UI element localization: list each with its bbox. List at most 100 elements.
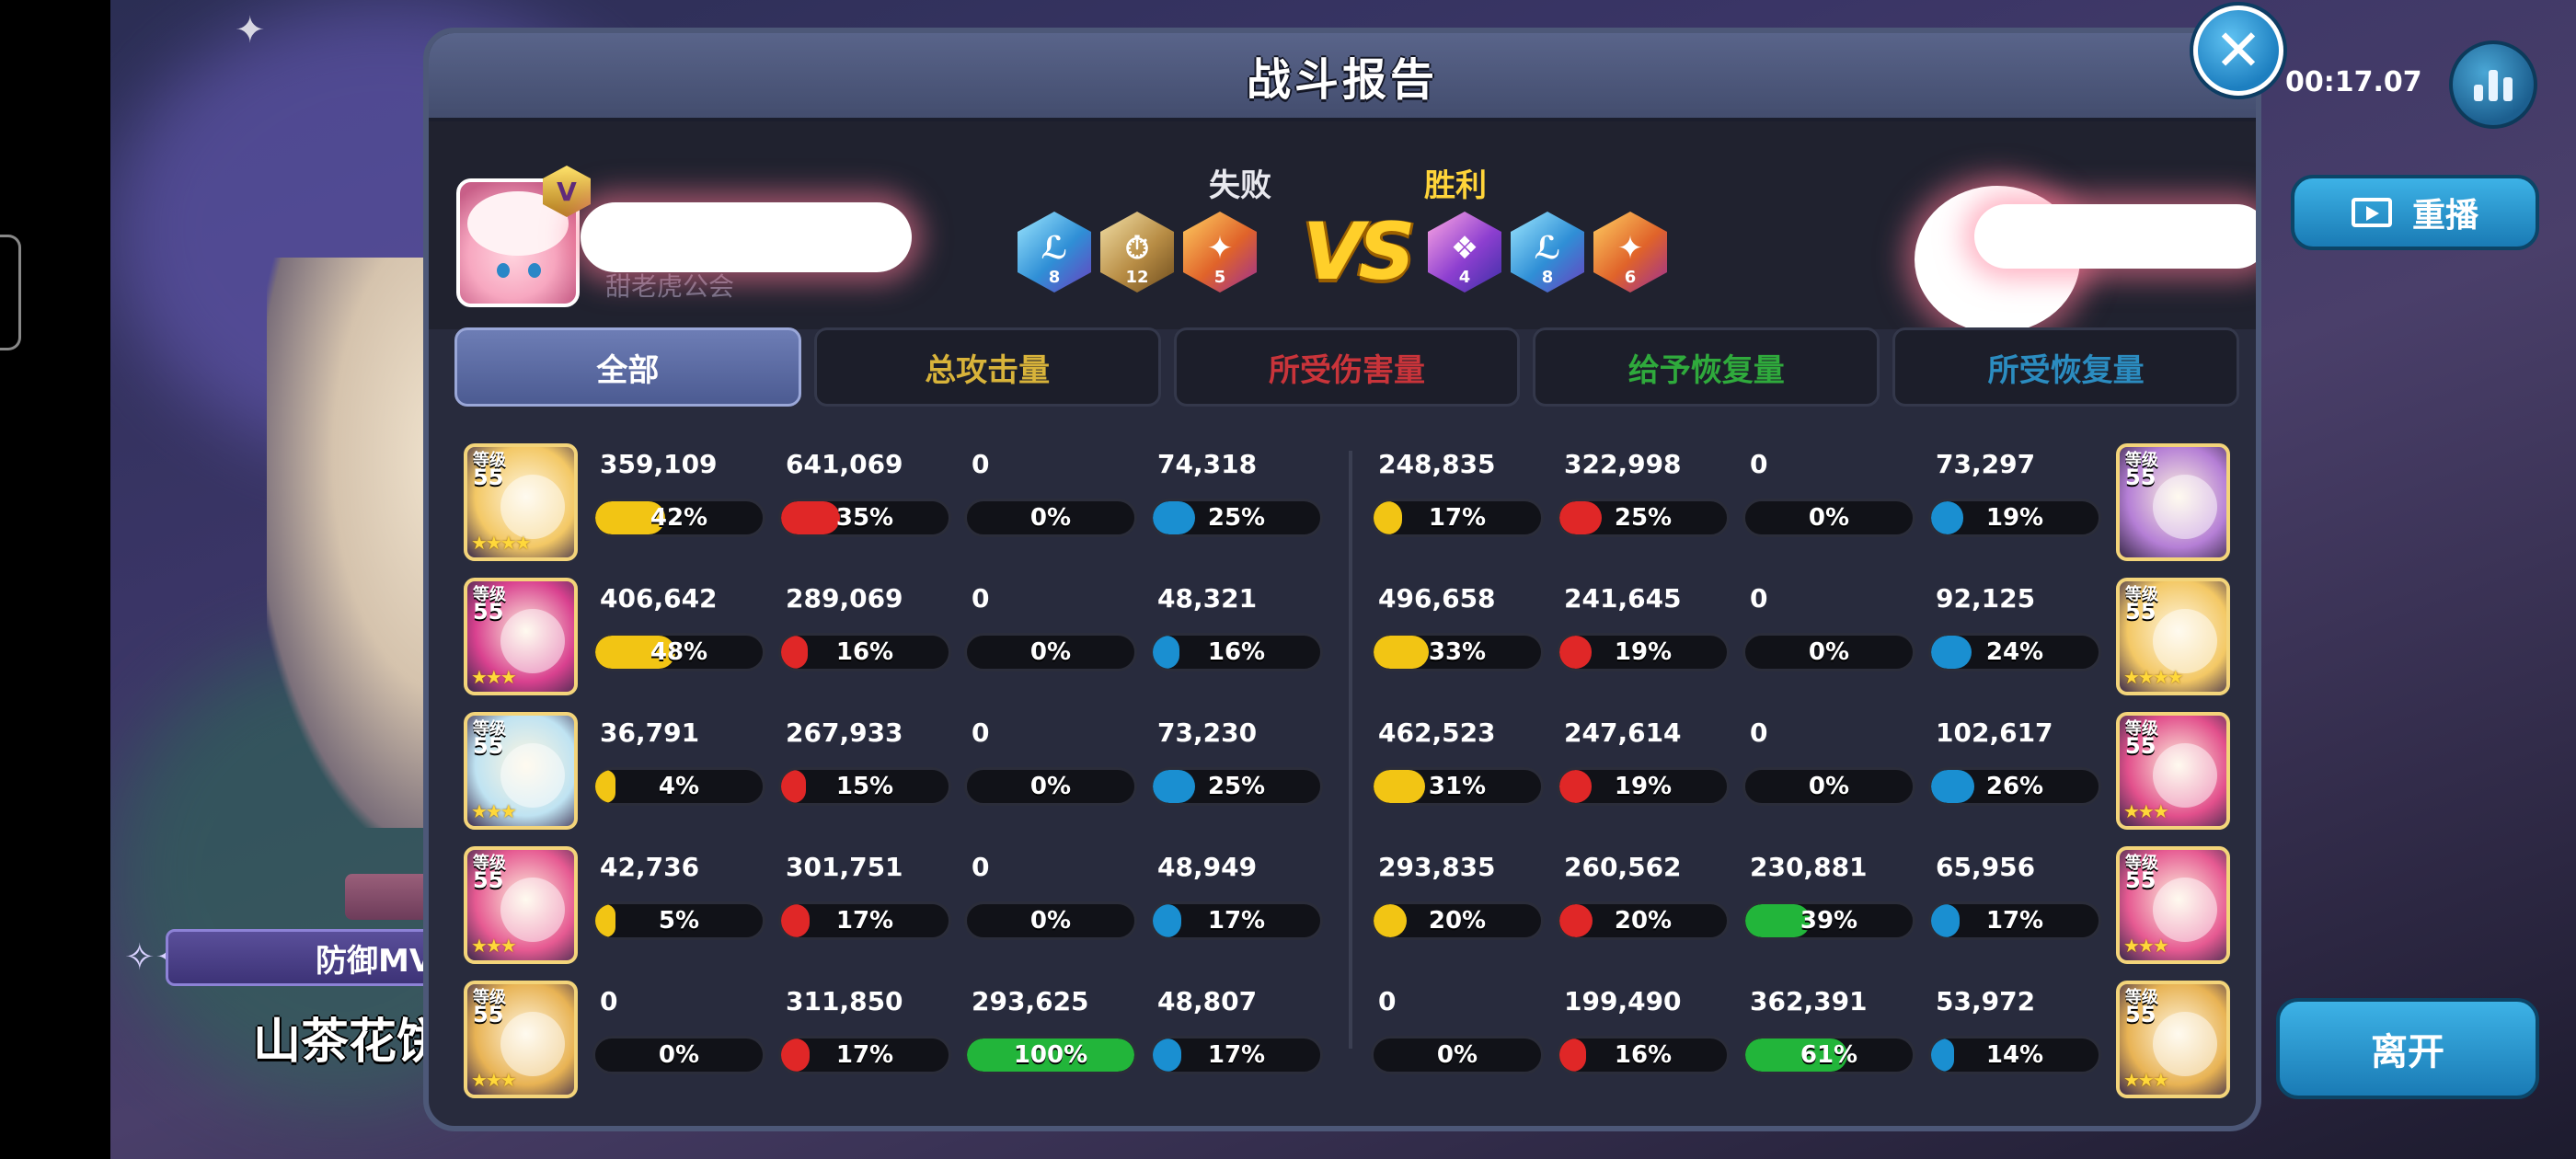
level-number: 55 [473,733,504,759]
stat-progress-bar: 26% [1928,767,2101,806]
stat-value: 42,736 [600,852,700,882]
cookie-level-badge: 等级 55 [2125,990,2158,1027]
right-treasure-gem-2[interactable]: ✦ 6 [1593,212,1667,293]
versus-bar: V 甜老虎公会 失败 胜利 ℒ 8 ⏱ 12 ✦ 5 VS ❖ 4 ℒ 8 ✦ 6 [429,121,2256,333]
left-guild-name: 甜老虎公会 [605,271,735,302]
stats-button[interactable] [2449,40,2537,129]
stat-percent: 25% [1207,773,1266,800]
stat-value: 0 [1750,449,1768,479]
stat-value: 267,933 [786,717,903,748]
tab-1[interactable]: 总攻击量 [813,327,1161,407]
cookie-level-badge: 等级 55 [473,587,506,624]
tab-3[interactable]: 给予恢复量 [1533,327,1880,407]
left-cookie-icon[interactable]: 等级 55 ★★★ [464,846,578,964]
cookie-portrait [2153,1012,2217,1076]
side-handle-icon[interactable] [0,235,21,350]
level-number: 55 [2125,599,2156,625]
stat-percent: 0% [1029,907,1072,935]
close-button[interactable]: ✕ [2193,6,2283,96]
stat-progress-bar: 19% [1557,767,1730,806]
stat-value: 0 [972,717,990,748]
stat-value: 230,881 [1750,852,1868,882]
replay-button[interactable]: 重播 [2291,175,2539,250]
stat-value: 247,614 [1564,717,1682,748]
stats-row: 等级 55 ★★★ 42,736 5% 301,751 17% 0 0% 48,949 17% 293… [429,839,2256,973]
star-rating-icon: ★★★ [471,666,517,688]
stat-percent: 20% [1428,907,1487,935]
stat-progress-bar: 0% [964,767,1137,806]
stat-progress-bar: 16% [1150,633,1323,671]
right-cookie-icon[interactable]: 等级 55 [2116,443,2230,561]
left-cookie-icon[interactable]: 等级 55 ★★★ [464,981,578,1098]
stat-percent: 16% [1207,638,1266,666]
cookie-level-badge: 等级 55 [473,855,506,892]
tab-2[interactable]: 所受伤害量 [1173,327,1521,407]
treasure-icon: ⏱ [1124,230,1150,267]
stat-progress-bar: 14% [1928,1036,2101,1074]
stat-progress-bar: 20% [1371,901,1544,940]
stat-progress-bar: 0% [1742,633,1915,671]
left-cookie-icon[interactable]: 等级 55 ★★★ [464,712,578,830]
stat-percent: 33% [1428,638,1487,666]
leave-button[interactable]: 离开 [2276,998,2539,1099]
stat-progress-bar: 0% [1742,499,1915,537]
level-number: 55 [473,465,504,490]
stat-progress-bar: 17% [1928,901,2101,940]
stat-progress-bar: 17% [1150,1036,1323,1074]
treasure-icon: ℒ [1534,230,1561,267]
stat-percent: 26% [1985,773,2044,800]
stat-percent: 17% [1428,504,1487,532]
stat-progress-bar: 5% [592,901,765,940]
left-treasure-gem-0[interactable]: ℒ8 [1018,212,1091,293]
stat-value: 406,642 [600,583,718,614]
stat-percent: 48% [650,638,708,666]
stat-progress-bar: 17% [778,901,951,940]
left-treasure-gem-2[interactable]: ✦ 5 [1183,212,1257,293]
star-rating-icon: ★★★ [2123,800,2169,822]
cookie-level-badge: 等级 55 [2125,453,2158,489]
right-cookie-icon[interactable]: 等级 55 ★★★ [2116,712,2230,830]
tab-0[interactable]: 全部 [454,327,801,407]
stat-percent: 5% [658,907,700,935]
right-cookie-icon[interactable]: 等级 55 ★★★ [2116,846,2230,964]
stats-row: 等级 55 ★★★ 36,791 4% 267,933 15% 0 0% 73,230 25% 462… [429,705,2256,839]
stats-row: 等级 55 ★★★ 406,642 48% 289,069 16% 0 0% 48,321 16% 4… [429,570,2256,705]
left-cookie-icon[interactable]: 等级 55 ★★★★ [464,443,578,561]
stat-value: 36,791 [600,717,700,748]
star-rating-icon: ★★★★ [471,532,532,554]
stat-percent: 17% [835,1041,894,1069]
panel-title: 战斗报告 [1246,54,1438,106]
stat-value: 0 [972,449,990,479]
stat-percent: 16% [835,638,894,666]
stat-value: 73,297 [1936,449,2036,479]
stat-percent: 35% [835,504,894,532]
stat-value: 48,807 [1157,986,1258,1016]
stat-progress-bar: 48% [592,633,765,671]
stat-percent: 0% [1808,504,1850,532]
cookie-level-badge: 等级 55 [2125,587,2158,625]
stat-percent: 31% [1428,773,1487,800]
right-cookie-icon[interactable]: 等级 55 ★★★★ [2116,578,2230,695]
right-treasure-gem-0[interactable]: ❖ 4 [1428,212,1501,293]
stat-value: 0 [972,583,990,614]
stat-progress-bar: 0% [964,901,1137,940]
stat-percent: 14% [1985,1041,2044,1069]
stat-percent: 100% [1013,1041,1088,1069]
left-treasure-gem-1[interactable]: ⏱ 12 [1100,212,1174,293]
stat-percent: 16% [1614,1041,1673,1069]
left-cookie-icon[interactable]: 等级 55 ★★★ [464,578,578,695]
stat-progress-bar: 17% [778,1036,951,1074]
stat-value: 73,230 [1157,717,1258,748]
battle-timer: 00:17.07 [2285,66,2422,98]
stat-percent: 20% [1614,907,1673,935]
stat-value: 102,617 [1936,717,2053,748]
star-rating-icon: ★★★★ [2123,666,2184,688]
stat-value: 260,562 [1564,852,1682,882]
tab-4[interactable]: 所受恢复量 [1892,327,2239,407]
stats-rows: 等级 55 ★★★★ 359,109 42% 641,069 35% 0 0% 74,318 25%… [429,423,2256,1126]
cookie-portrait [500,475,565,539]
stat-percent: 19% [1985,504,2044,532]
stat-value: 311,850 [786,986,903,1016]
right-treasure-gem-1[interactable]: ℒ8 [1511,212,1584,293]
right-cookie-icon[interactable]: 等级 55 ★★★ [2116,981,2230,1098]
